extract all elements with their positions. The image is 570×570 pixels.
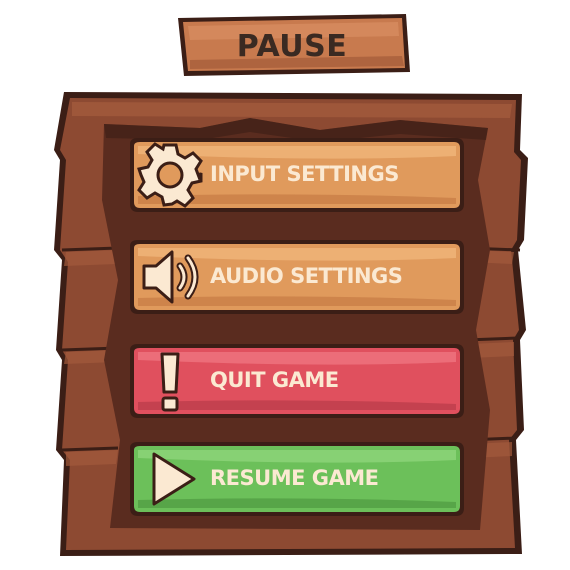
pause-title: PAUSE [236,28,348,64]
play-icon [152,452,196,506]
quit-game-button[interactable]: QUIT GAME [126,342,468,422]
resume-game-label: RESUME GAME [210,466,379,490]
audio-settings-label: AUDIO SETTINGS [210,264,403,288]
speaker-icon [142,250,199,304]
exclamation-icon [160,352,180,412]
input-settings-label: INPUT SETTINGS [210,162,399,186]
quit-game-label: QUIT GAME [210,368,339,392]
audio-settings-button[interactable]: AUDIO SETTINGS [126,238,468,318]
pause-menu: PAUSE INPUT SETTINGS AUDIO SETTINGS QUIT… [0,0,570,570]
input-settings-button[interactable]: INPUT SETTINGS [126,136,468,216]
gear-icon [137,142,203,208]
resume-game-button[interactable]: RESUME GAME [126,440,468,520]
